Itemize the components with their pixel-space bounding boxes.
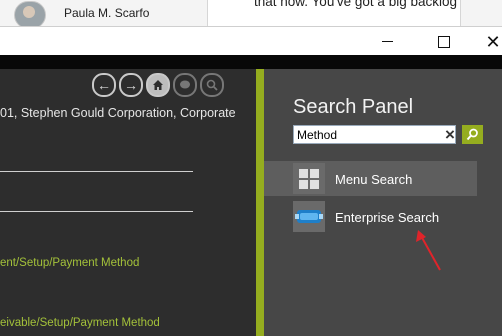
chat-bubble-icon[interactable] [173, 73, 197, 97]
back-arrow-icon[interactable]: ← [92, 73, 116, 97]
main-content: ← → 01, Stephen Gould Corporation, Corpo… [0, 69, 256, 336]
menu-search-label: Menu Search [335, 172, 413, 187]
search-panel: Search Panel × Menu Search Enterprise Se… [264, 69, 502, 336]
contact-name[interactable]: Paula M. Scarfo [64, 6, 149, 20]
enterprise-search-label: Enterprise Search [335, 210, 440, 225]
page-title: 01, Stephen Gould Corporation, Corporate [0, 106, 236, 120]
search-result-link[interactable]: ent/Setup/Payment Method [0, 257, 139, 269]
chat-message-text: that now. You've got a big backlog [254, 0, 457, 9]
menu-search-item[interactable]: Menu Search [264, 161, 477, 196]
chat-strip: Paula M. Scarfo that now. You've got a b… [0, 0, 502, 29]
close-icon: ✕ [485, 31, 501, 52]
clear-search-icon[interactable]: × [445, 125, 457, 144]
search-field[interactable] [293, 125, 456, 144]
search-panel-title: Search Panel [293, 96, 414, 118]
search-result-link[interactable]: eivable/Setup/Payment Method [0, 317, 160, 329]
home-icon[interactable] [146, 73, 170, 97]
search-icon[interactable] [200, 73, 224, 97]
form-field-underline[interactable] [0, 211, 193, 212]
search-icon [466, 128, 478, 141]
grid-icon [293, 163, 325, 194]
search-input[interactable] [297, 127, 445, 142]
maximize-icon [438, 35, 450, 48]
panel-separator [256, 69, 264, 336]
chat-message-pane: that now. You've got a big backlog [207, 0, 461, 26]
close-button[interactable]: ✕ [470, 27, 502, 56]
enterprise-search-icon [293, 201, 325, 232]
forward-arrow-icon[interactable]: → [119, 73, 143, 97]
search-go-button[interactable] [462, 125, 483, 144]
avatar[interactable] [14, 1, 46, 29]
form-field-underline[interactable] [0, 171, 193, 172]
maximize-button[interactable] [421, 27, 467, 56]
nav-toolbar: ← → [92, 73, 224, 97]
window-titlebar: ✕ [0, 26, 502, 56]
annotation-arrow-icon [416, 230, 441, 271]
minimize-icon [381, 41, 393, 42]
app-header-bar [0, 55, 502, 69]
minimize-button[interactable] [364, 27, 410, 56]
